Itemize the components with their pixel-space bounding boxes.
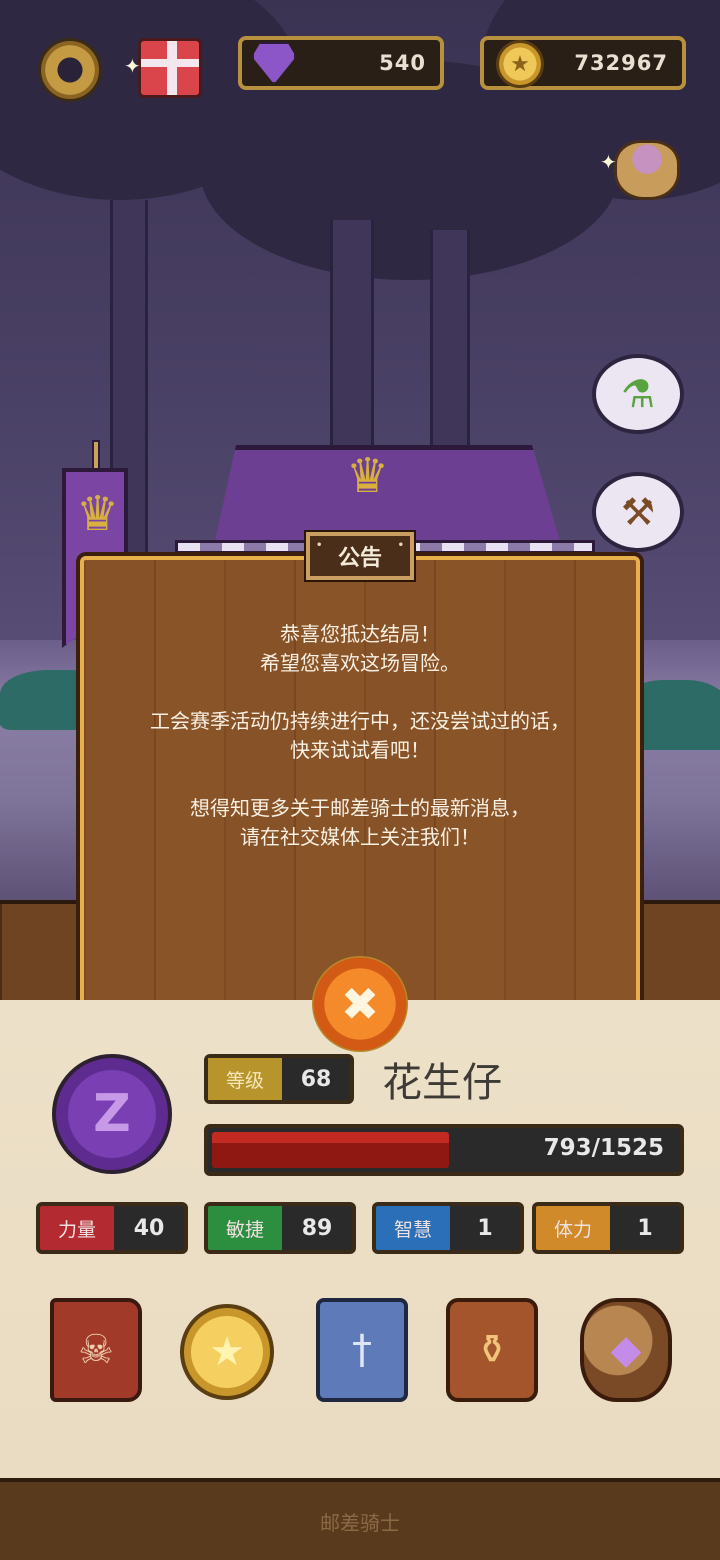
stat-value: 1	[637, 1215, 653, 1241]
hp-bar-fill	[212, 1132, 450, 1168]
announcement-line: 想得知更多关于邮差骑士的最新消息，	[190, 796, 530, 820]
stat-value: 89	[301, 1215, 333, 1241]
stat-agility: 敏捷 89	[204, 1202, 356, 1254]
footer-bar: 邮差骑士	[0, 1478, 720, 1560]
gem-icon	[252, 42, 296, 84]
coin-counter[interactable]: ★ 732967	[480, 36, 686, 90]
stat-intelligence: 智慧 1	[372, 1202, 524, 1254]
announcement-line: 希望您喜欢这场冒险。	[260, 651, 460, 675]
announcement-title: 公告	[306, 532, 414, 580]
gift-box-icon[interactable]	[138, 38, 202, 98]
backpack-icon[interactable]: ⚱	[446, 1298, 538, 1402]
card-deck-icon[interactable]: †	[316, 1298, 408, 1402]
stat-strength: 力量 40	[36, 1202, 188, 1254]
player-name: 花生仔	[382, 1060, 502, 1106]
level-value: 68	[300, 1066, 332, 1092]
stat-label: 敏捷	[208, 1206, 282, 1250]
spellbook-icon[interactable]: ☠	[50, 1298, 142, 1402]
announcement-line	[92, 765, 628, 794]
level-label: 等级	[208, 1058, 282, 1100]
announcement-line: 工会赛季活动仍持续进行中，还没尝试过的话，	[150, 709, 570, 733]
coin-amount: 732967	[574, 51, 668, 75]
footer-title: 邮差骑士	[320, 1510, 400, 1535]
announcement-body: 恭喜您抵达结局！ 希望您喜欢这场冒险。 工会赛季活动仍持续进行中，还没尝试过的话…	[92, 620, 628, 852]
gem-amount: 540	[379, 51, 426, 75]
stat-stamina: 体力 1	[532, 1202, 684, 1254]
sparkle-icon: ✦	[600, 150, 617, 174]
coin-icon: ★	[496, 40, 544, 88]
stat-label: 体力	[536, 1206, 610, 1250]
hp-bar: 793/1525	[204, 1124, 684, 1176]
stat-value: 1	[477, 1215, 493, 1241]
potion-upgrade-bubble-icon[interactable]: ⚗	[592, 354, 684, 434]
close-button[interactable]: ✖	[312, 956, 408, 1052]
announcement-line	[92, 678, 628, 707]
stat-label: 力量	[40, 1206, 114, 1250]
settings-gear-icon[interactable]	[38, 38, 102, 102]
stat-label: 智慧	[376, 1206, 450, 1250]
loot-bag-icon[interactable]: ◆	[580, 1298, 672, 1402]
loot-pouch-icon[interactable]	[614, 140, 680, 200]
announcement-line: 恭喜您抵达结局！	[280, 622, 440, 646]
hp-text: 793/1525	[543, 1135, 664, 1161]
hammer-bubble-icon[interactable]: ⚒	[592, 472, 684, 552]
tent-crown-icon: ♛	[346, 448, 390, 504]
announcement-line: 请在社交媒体上关注我们！	[240, 825, 480, 849]
level-badge: 等级 68	[204, 1054, 354, 1104]
stat-value: 40	[133, 1215, 165, 1241]
banner-crown-icon: ♛	[76, 486, 120, 542]
gem-counter[interactable]: 540	[238, 36, 444, 90]
close-icon: ✖	[340, 977, 380, 1031]
star-coin-icon[interactable]: ★	[180, 1304, 274, 1400]
player-avatar[interactable]: Z	[52, 1054, 172, 1174]
sparkle-icon: ✦	[124, 54, 141, 78]
announcement-line: 快来试试看吧！	[290, 738, 430, 762]
